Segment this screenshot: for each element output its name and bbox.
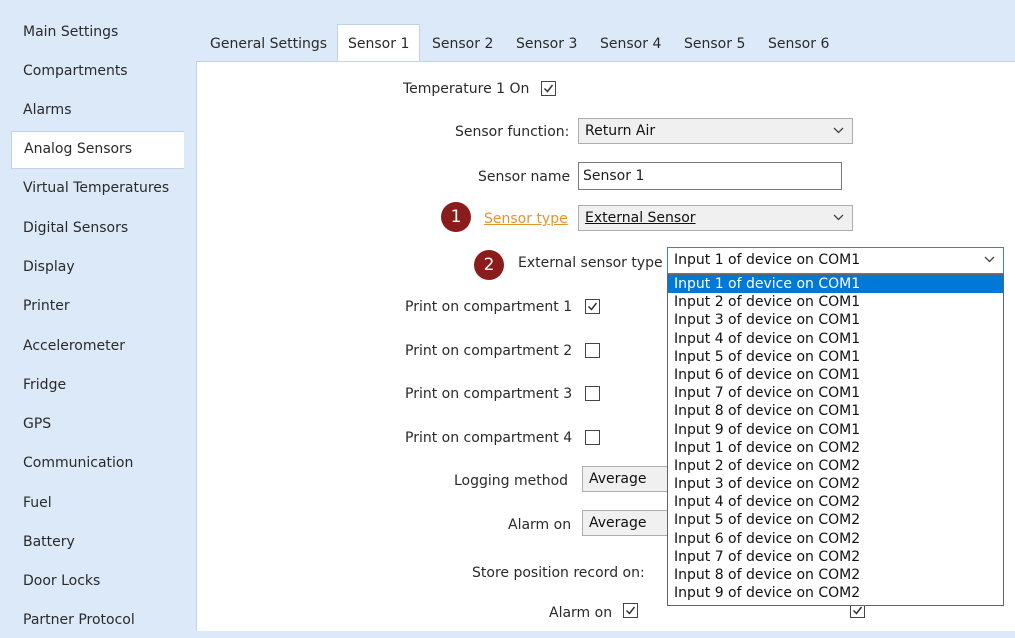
sidebar-item-analog-sensors[interactable]: Analog Sensors: [11, 131, 184, 169]
print-compartment-1-checkbox[interactable]: [585, 299, 600, 314]
dropdown-option[interactable]: Input 5 of device on COM1: [668, 348, 1003, 366]
store-alarm-on-checkbox[interactable]: [623, 603, 638, 618]
print-compartment-4-label: Print on compartment 4: [405, 430, 573, 446]
dropdown-option[interactable]: Input 5 of device on COM2: [668, 511, 1003, 529]
sensor-name-label: Sensor name: [478, 169, 571, 185]
sidebar-item-accelerometer[interactable]: Accelerometer: [11, 328, 173, 364]
tab-bar: General Settings Sensor 1 Sensor 2 Senso…: [196, 24, 1015, 63]
dropdown-option[interactable]: Input 2 of device on COM1: [668, 293, 1003, 311]
dropdown-option[interactable]: Input 7 of device on COM1: [668, 384, 1003, 402]
dropdown-option[interactable]: Input 6 of device on COM2: [668, 530, 1003, 548]
print-compartment-4-checkbox[interactable]: [585, 430, 600, 445]
temperature-on-checkbox[interactable]: [541, 81, 556, 96]
checkmark-icon: [543, 84, 554, 93]
chevron-down-icon: [833, 214, 844, 221]
logging-method-value: Average: [589, 471, 647, 487]
dropdown-option[interactable]: Input 3 of device on COM2: [668, 475, 1003, 493]
dropdown-option[interactable]: Input 6 of device on COM1: [668, 366, 1003, 384]
print-compartment-3-label: Print on compartment 3: [405, 386, 573, 402]
checkmark-icon: [625, 606, 636, 615]
checkmark-icon: [587, 302, 598, 311]
tab-sensor-3[interactable]: Sensor 3: [516, 32, 577, 56]
dropdown-option[interactable]: Input 4 of device on COM1: [668, 330, 1003, 348]
dropdown-option[interactable]: Input 4 of device on COM2: [668, 493, 1003, 511]
sidebar-nav: Main Settings Compartments Alarms Analog…: [0, 0, 196, 631]
chevron-down-icon: [984, 256, 995, 263]
sensor-type-select[interactable]: External Sensor: [578, 205, 853, 231]
tab-sensor-6[interactable]: Sensor 6: [768, 32, 829, 56]
sensor-function-label: Sensor function:: [455, 124, 570, 140]
temperature-on-label: Temperature 1 On: [403, 81, 530, 97]
tab-sensor-5[interactable]: Sensor 5: [684, 32, 745, 56]
external-sensor-type-label: External sensor type: [518, 255, 663, 271]
sidebar-item-display[interactable]: Display: [11, 249, 173, 285]
external-sensor-type-select[interactable]: Input 1 of device on COM1: [667, 247, 1004, 274]
sidebar-item-digital-sensors[interactable]: Digital Sensors: [11, 210, 173, 246]
sidebar-item-fuel[interactable]: Fuel: [11, 485, 173, 521]
tab-sensor-4[interactable]: Sensor 4: [600, 32, 661, 56]
annotation-badge-1: 1: [441, 202, 471, 232]
annotation-badge-2: 2: [474, 250, 504, 280]
dropdown-option[interactable]: Input 9 of device on COM1: [668, 421, 1003, 439]
store-alarm-on-label: Alarm on: [549, 605, 613, 621]
dropdown-option[interactable]: Input 3 of device on COM1: [668, 311, 1003, 329]
print-compartment-3-checkbox[interactable]: [585, 386, 600, 401]
sensor-function-select[interactable]: Return Air: [578, 118, 853, 144]
print-compartment-2-checkbox[interactable]: [585, 343, 600, 358]
sidebar-item-gps[interactable]: GPS: [11, 406, 173, 442]
alarm-on-label: Alarm on: [508, 517, 572, 533]
sidebar-item-door-locks[interactable]: Door Locks: [11, 563, 173, 599]
store-position-label: Store position record on:: [472, 565, 645, 581]
tab-general-settings[interactable]: General Settings: [210, 32, 327, 56]
dropdown-option[interactable]: Input 7 of device on COM2: [668, 548, 1003, 566]
sensor-type-value: External Sensor: [585, 210, 696, 226]
sensor-type-link[interactable]: Sensor type: [484, 211, 568, 227]
sidebar-item-fridge[interactable]: Fridge: [11, 367, 173, 403]
sidebar-item-main-settings[interactable]: Main Settings: [11, 14, 173, 50]
external-sensor-type-value: Input 1 of device on COM1: [674, 252, 861, 268]
dropdown-option[interactable]: Input 1 of device on COM2: [668, 439, 1003, 457]
tab-sensor-1[interactable]: Sensor 1: [337, 24, 421, 63]
sidebar-item-virtual-temperatures[interactable]: Virtual Temperatures: [11, 170, 173, 206]
sidebar-item-printer[interactable]: Printer: [11, 288, 173, 324]
sidebar-item-battery[interactable]: Battery: [11, 524, 173, 560]
tab-sensor-2[interactable]: Sensor 2: [432, 32, 493, 56]
logging-method-label: Logging method: [454, 473, 569, 489]
sensor-name-input[interactable]: Sensor 1: [578, 162, 842, 190]
external-sensor-type-dropdown: Input 1 of device on COM1 Input 2 of dev…: [667, 274, 1004, 606]
sidebar-item-compartments[interactable]: Compartments: [11, 53, 173, 89]
dropdown-option[interactable]: Input 9 of device on COM2: [668, 584, 1003, 602]
print-compartment-1-label: Print on compartment 1: [405, 299, 573, 315]
sidebar-item-communication[interactable]: Communication: [11, 445, 173, 481]
sidebar-item-partner-protocol[interactable]: Partner Protocol: [11, 602, 173, 638]
dropdown-option[interactable]: Input 2 of device on COM2: [668, 457, 1003, 475]
sensor-function-value: Return Air: [585, 123, 656, 139]
print-compartment-2-label: Print on compartment 2: [405, 343, 573, 359]
checkmark-icon: [852, 606, 863, 615]
dropdown-option[interactable]: Input 8 of device on COM1: [668, 402, 1003, 420]
dropdown-option[interactable]: Input 1 of device on COM1: [668, 275, 1003, 294]
sidebar-item-alarms[interactable]: Alarms: [11, 92, 173, 128]
alarm-on-value: Average: [589, 515, 647, 531]
dropdown-option[interactable]: Input 8 of device on COM2: [668, 566, 1003, 584]
chevron-down-icon: [833, 127, 844, 134]
